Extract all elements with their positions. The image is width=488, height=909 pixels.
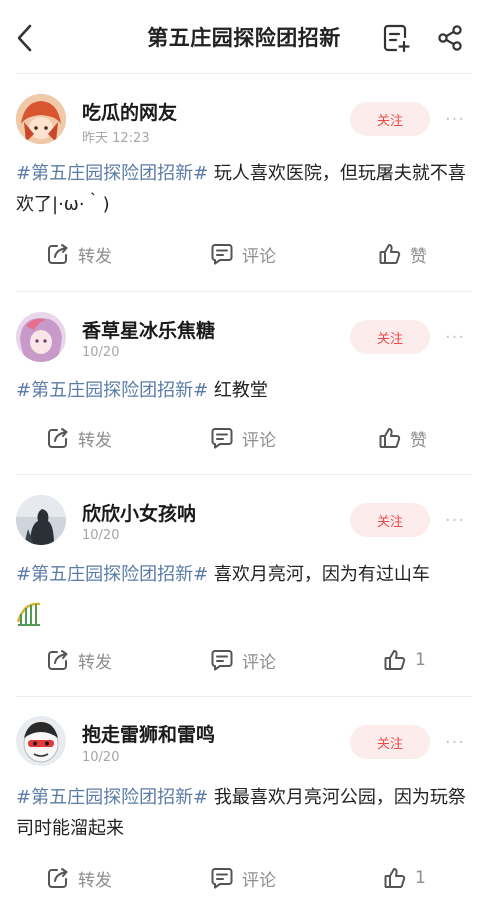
comment-button[interactable]: 评论: [210, 860, 276, 896]
repost-label: 转发: [78, 652, 112, 673]
like-button[interactable]: 赞: [378, 420, 427, 456]
topic-link[interactable]: #第五庄园探险团招新#: [16, 787, 208, 808]
post-time: 昨天 12:23: [82, 131, 150, 146]
comment-icon: [211, 868, 233, 889]
add-note-button[interactable]: [380, 20, 412, 56]
comment-label: 评论: [242, 246, 276, 267]
more-options-button[interactable]: ···: [440, 320, 470, 354]
like-button[interactable]: 1: [383, 642, 426, 678]
post-divider: [16, 696, 472, 697]
repost-button[interactable]: 转发: [46, 420, 112, 456]
repost-label: 转发: [78, 246, 112, 267]
avatar[interactable]: [16, 94, 66, 144]
repost-label: 转发: [78, 430, 112, 451]
follow-button[interactable]: 关注: [350, 102, 430, 136]
add-note-icon: [383, 24, 410, 53]
comment-icon: [211, 244, 233, 265]
follow-button[interactable]: 关注: [350, 503, 430, 537]
comment-label: 评论: [242, 870, 276, 891]
post-actions: 转发 评论 1: [0, 860, 488, 896]
comment-label: 评论: [242, 652, 276, 673]
top-bar: 第五庄园探险团招新: [0, 0, 488, 72]
username[interactable]: 吃瓜的网友: [82, 98, 177, 125]
post-actions: 转发 评论 1: [0, 642, 488, 678]
roller-coaster-emoji: [16, 602, 41, 626]
repost-button[interactable]: 转发: [46, 860, 112, 896]
avatar-illustration: [16, 495, 66, 545]
post-divider: [16, 291, 472, 292]
repost-icon: [48, 428, 68, 448]
thumbs-up-icon: [384, 650, 406, 670]
avatar-illustration: [16, 716, 66, 766]
topic-link[interactable]: #第五庄园探险团招新#: [16, 564, 208, 585]
more-options-button[interactable]: ···: [440, 725, 470, 759]
username[interactable]: 抱走雷狮和雷鸣: [82, 720, 215, 747]
topic-link[interactable]: #第五庄园探险团招新#: [16, 163, 208, 184]
comment-button[interactable]: 评论: [210, 420, 276, 456]
post-actions: 转发 评论 赞: [0, 236, 488, 272]
comment-button[interactable]: 评论: [210, 642, 276, 678]
like-count: 1: [415, 650, 426, 670]
like-button[interactable]: 1: [383, 860, 426, 896]
username[interactable]: 欣欣小女孩呐: [82, 499, 196, 526]
post-actions: 转发 评论 赞: [0, 420, 488, 456]
post-time: 10/20: [82, 528, 120, 543]
post-time: 10/20: [82, 750, 120, 765]
post-text: 红教堂: [208, 380, 268, 401]
avatar[interactable]: [16, 312, 66, 362]
thumbs-up-icon: [379, 244, 401, 264]
avatar-illustration: [16, 312, 66, 362]
comment-button[interactable]: 评论: [210, 236, 276, 272]
chevron-left-icon: [17, 24, 32, 52]
share-button[interactable]: [434, 20, 466, 56]
comment-icon: [211, 650, 233, 671]
repost-icon: [48, 650, 68, 670]
repost-button[interactable]: 转发: [46, 236, 112, 272]
follow-button[interactable]: 关注: [350, 320, 430, 354]
post-content: #第五庄园探险团招新# 我最喜欢月亮河公园，因为玩祭司时能溜起来: [16, 782, 468, 844]
post-text: 喜欢月亮河，因为有过山车: [208, 564, 430, 585]
comment-label: 评论: [242, 430, 276, 451]
like-count: 1: [415, 868, 426, 888]
topic-link[interactable]: #第五庄园探险团招新#: [16, 380, 208, 401]
like-label: 赞: [410, 246, 427, 267]
more-options-button[interactable]: ···: [440, 102, 470, 136]
repost-label: 转发: [78, 870, 112, 891]
avatar[interactable]: [16, 716, 66, 766]
back-button[interactable]: [10, 20, 40, 56]
more-options-button[interactable]: ···: [440, 503, 470, 537]
post-time: 10/20: [82, 345, 120, 360]
post-content: #第五庄园探险团招新# 红教堂: [16, 375, 468, 406]
repost-button[interactable]: 转发: [46, 642, 112, 678]
follow-button[interactable]: 关注: [350, 725, 430, 759]
repost-icon: [48, 244, 68, 264]
repost-icon: [48, 868, 68, 888]
username[interactable]: 香草星冰乐焦糖: [82, 316, 215, 343]
page-title: 第五庄园探险团招新: [147, 26, 341, 50]
post-content: #第五庄园探险团招新# 玩人喜欢医院，但玩屠夫就不喜欢了|·ω·｀): [16, 158, 468, 220]
thumbs-up-icon: [384, 868, 406, 888]
share-icon: [438, 25, 462, 51]
thumbs-up-icon: [379, 428, 401, 448]
like-button[interactable]: 赞: [378, 236, 427, 272]
like-label: 赞: [410, 430, 427, 451]
comment-icon: [211, 428, 233, 449]
post-content: #第五庄园探险团招新# 喜欢月亮河，因为有过山车: [16, 559, 468, 590]
header-divider: [16, 73, 472, 74]
avatar-illustration: [16, 94, 66, 144]
post-divider: [16, 474, 472, 475]
avatar[interactable]: [16, 495, 66, 545]
